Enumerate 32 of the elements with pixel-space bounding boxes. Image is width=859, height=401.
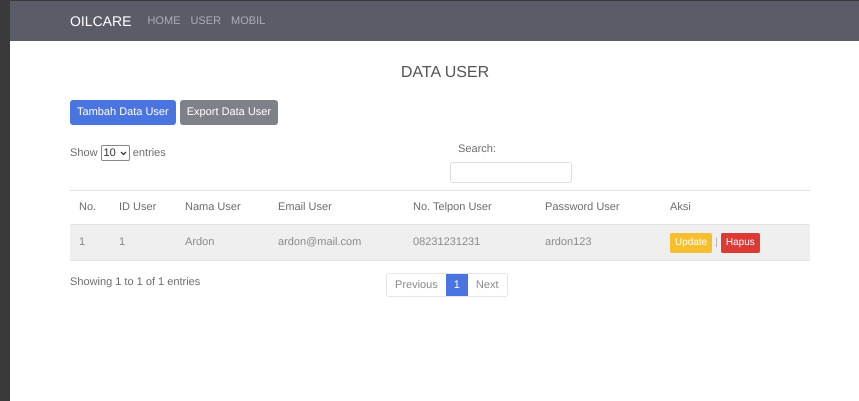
action-button[interactable]: Tambah Data User xyxy=(70,100,176,125)
table-cell: 08231231231 xyxy=(404,224,536,260)
search-field[interactable] xyxy=(450,162,572,182)
nav-link[interactable]: MOBIL xyxy=(231,12,266,30)
entries-select[interactable]: 10 xyxy=(100,145,130,161)
table-cell: Ardon xyxy=(176,224,269,260)
table-cell: 1 xyxy=(110,224,176,260)
page-button[interactable]: Next xyxy=(468,274,507,296)
search-label: Search: xyxy=(458,142,497,157)
column-header: Password User xyxy=(536,190,661,224)
column-header: Aksi xyxy=(661,190,810,224)
table-cell: 1 xyxy=(70,224,110,260)
column-header: Email User xyxy=(269,190,404,224)
separator: | xyxy=(715,236,718,250)
entries-label: entries xyxy=(132,146,166,161)
show-label: Show xyxy=(70,146,98,161)
page-button[interactable]: Previous xyxy=(387,274,446,296)
column-header: No. xyxy=(70,190,110,224)
column-header: Nama User xyxy=(176,190,269,224)
page-title: DATA USER xyxy=(400,63,490,83)
row-action-button[interactable]: Hapus xyxy=(720,232,760,252)
nav-link[interactable]: HOME xyxy=(147,12,180,30)
page-button[interactable]: 1 xyxy=(446,274,468,296)
column-header: No. Telpon User xyxy=(404,190,536,224)
action-button[interactable]: Export Data User xyxy=(180,100,278,125)
chevron-down-icon xyxy=(120,150,127,156)
column-header: ID User xyxy=(110,190,176,224)
table-cell: ardon123 xyxy=(536,224,661,260)
brand-logo[interactable]: OILCARE xyxy=(70,10,132,32)
nav-link[interactable]: USER xyxy=(190,12,222,30)
table-cell: ardon@mail.com xyxy=(269,224,404,260)
table-info: Showing 1 to 1 of 1 entries xyxy=(70,275,202,290)
